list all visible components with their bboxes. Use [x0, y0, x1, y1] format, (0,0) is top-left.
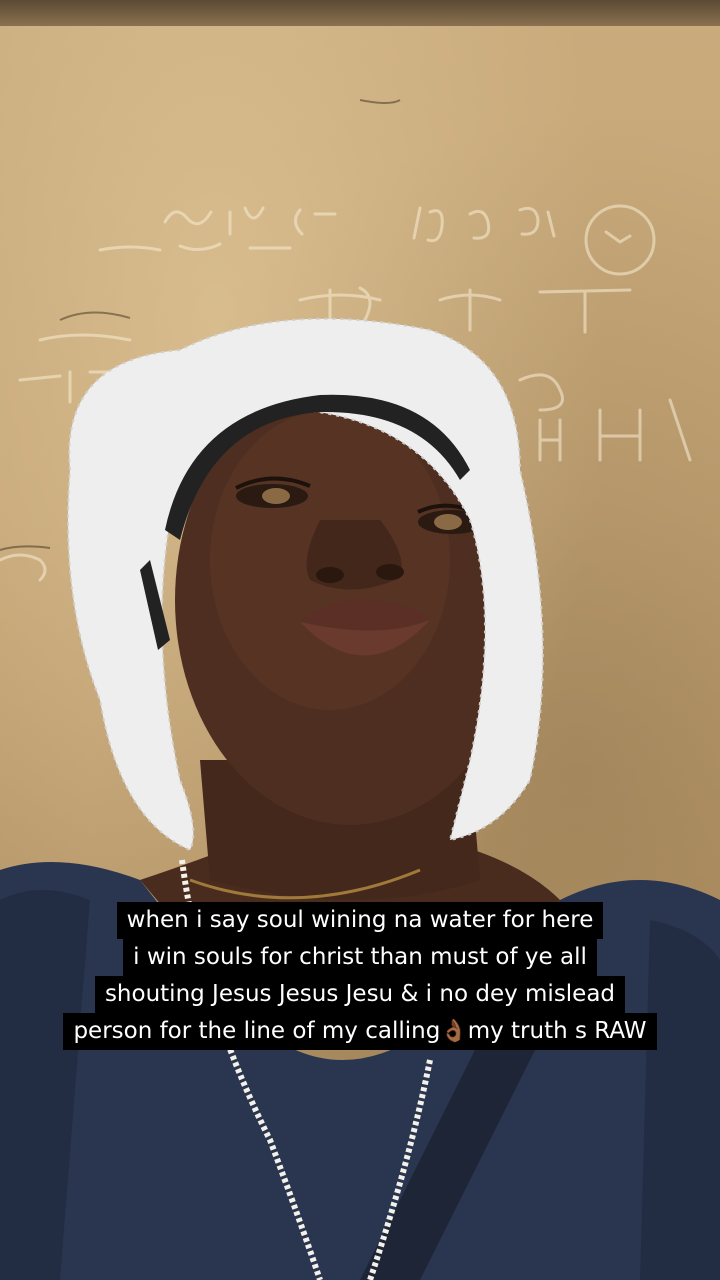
caption-line-4-start: person for the line of my calling [73, 1018, 441, 1044]
caption-line-3: shouting Jesus Jesus Jesu & i no dey mis… [94, 976, 626, 1013]
person-selfie [0, 317, 720, 1280]
caption-line-2: i win souls for christ than must of ye a… [123, 939, 597, 976]
caption-line-4-end: my truth s RAW [467, 1018, 647, 1044]
caption-line-1: when i say soul wining na water for here [116, 902, 604, 939]
caption-overlay: when i say soul wining na water for here… [0, 902, 720, 1050]
caption-line-4: person for the line of my calling👌🏾my tr… [63, 1013, 657, 1050]
video-frame[interactable]: when i say soul wining na water for here… [0, 0, 720, 1280]
ok-hand-icon: 👌🏾 [440, 1019, 468, 1044]
